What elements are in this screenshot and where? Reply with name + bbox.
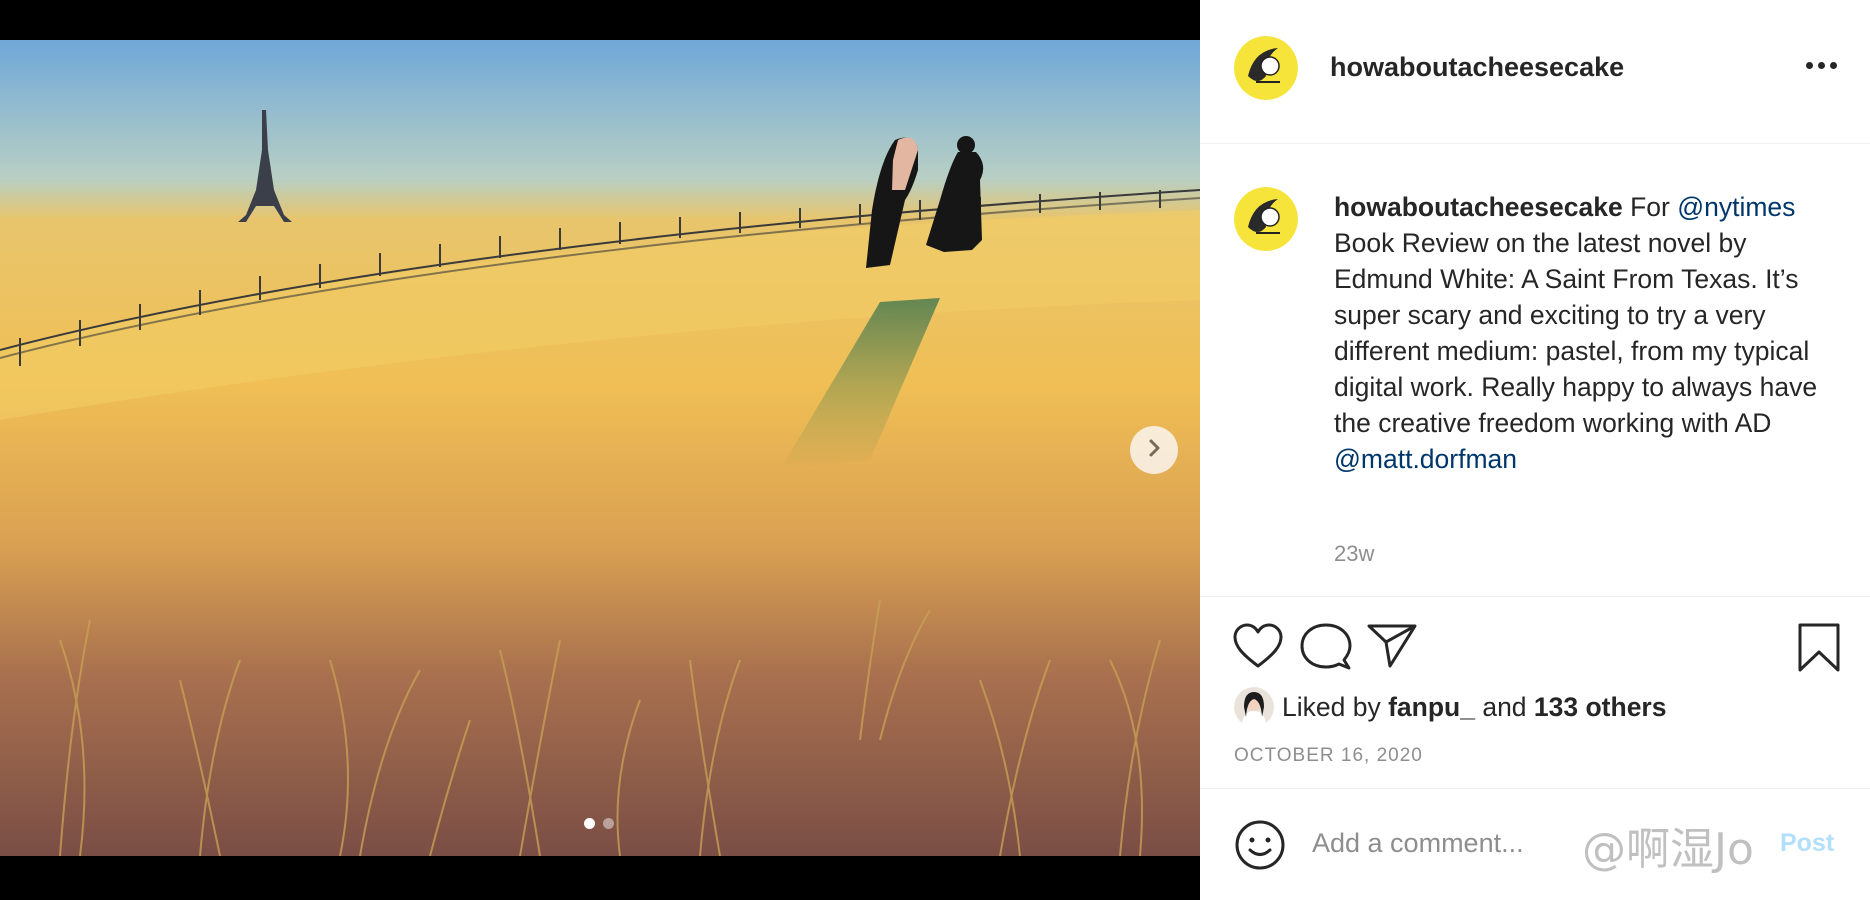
action-bar: [1232, 622, 1842, 674]
smiley-icon[interactable]: [1234, 819, 1286, 876]
watermark: @啊湿Jo: [1582, 824, 1754, 875]
paper-plane-icon[interactable]: [1366, 622, 1418, 675]
heart-icon[interactable]: [1232, 622, 1284, 675]
likes-mid: and: [1482, 691, 1527, 722]
post-author-username[interactable]: howaboutacheesecake: [1330, 52, 1624, 83]
post-side-panel: howaboutacheesecake howaboutacheesecake …: [1200, 0, 1870, 900]
post-date: OCTOBER 16, 2020: [1234, 745, 1423, 766]
caption-text: For: [1630, 192, 1678, 222]
liker-avatar[interactable]: [1234, 687, 1274, 727]
bookmark-icon[interactable]: [1796, 622, 1842, 679]
mention-link[interactable]: @nytimes: [1677, 192, 1795, 222]
avatar[interactable]: [1234, 36, 1298, 100]
post-comment-button[interactable]: Post: [1780, 829, 1834, 858]
carousel-dot-1: [584, 818, 595, 829]
liker-username[interactable]: fanpu_: [1388, 692, 1475, 723]
comment-bubble-icon[interactable]: [1300, 622, 1352, 677]
likes-summary: Liked by fanpu_ and 133 others: [1234, 686, 1667, 728]
post-header: howaboutacheesecake: [1200, 0, 1870, 144]
post-caption: howaboutacheesecake For @nytimes Book Re…: [1334, 189, 1834, 477]
carousel-dot-2: [603, 818, 614, 829]
post-media: [0, 0, 1200, 900]
post-image[interactable]: [0, 40, 1200, 856]
post-time-ago[interactable]: 23w: [1334, 541, 1374, 567]
caption-section: howaboutacheesecake For @nytimes Book Re…: [1200, 145, 1870, 597]
caption-username[interactable]: howaboutacheesecake: [1334, 192, 1623, 222]
carousel-indicator: [584, 818, 614, 829]
more-options-icon: [1806, 62, 1813, 69]
mention-link[interactable]: @matt.dorfman: [1334, 444, 1517, 474]
caption-text: Book Review on the latest novel by Edmun…: [1334, 228, 1818, 438]
likes-prefix: Liked by: [1282, 691, 1381, 722]
next-image-button[interactable]: [1130, 426, 1178, 474]
caption-avatar[interactable]: [1234, 187, 1298, 251]
comment-bar: Post @啊湿Jo: [1200, 788, 1870, 900]
likes-others-link[interactable]: 133 others: [1534, 692, 1667, 723]
instagram-post-view: howaboutacheesecake howaboutacheesecake …: [0, 0, 1870, 900]
more-options-button[interactable]: [1806, 62, 1837, 69]
chevron-right-icon: [1144, 438, 1164, 463]
